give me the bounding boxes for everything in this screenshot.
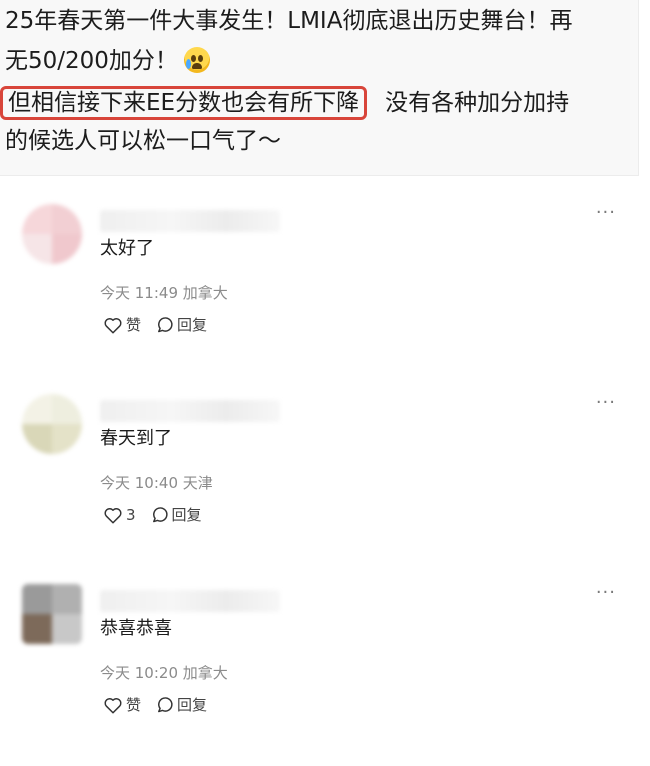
- post-body: 25年春天第一件大事发生！LMIA彻底退出历史舞台！再 无50/200加分！ 但…: [0, 0, 639, 176]
- username-blurred[interactable]: [100, 210, 280, 232]
- heart-outline-icon: [104, 317, 122, 334]
- comment-location: 加拿大: [182, 284, 228, 302]
- like-button[interactable]: 赞: [103, 314, 141, 335]
- comment-text: 太好了: [100, 238, 154, 259]
- more-dots-icon[interactable]: ···: [596, 392, 616, 413]
- post-text-line-3-rest: 没有各种加分加持: [385, 90, 570, 116]
- comment-time: 今天 11:49: [100, 284, 178, 302]
- avatar[interactable]: [22, 394, 82, 454]
- heart-outline-icon: [104, 697, 122, 714]
- comment-item: ··· 恭喜恭喜 今天 10:20 加拿大 赞 回复: [0, 576, 650, 766]
- heart-outline-icon: [104, 507, 122, 524]
- username-blurred[interactable]: [100, 400, 280, 422]
- comment-item: ··· 春天到了 今天 10:40 天津 3 回复: [0, 386, 650, 576]
- username-blurred[interactable]: [100, 590, 280, 612]
- comment-actions: 赞 回复: [103, 694, 207, 715]
- comment-meta: 今天 11:49 加拿大: [100, 282, 228, 303]
- reply-label: 回复: [171, 506, 202, 524]
- comment-time: 今天 10:40: [100, 474, 178, 492]
- speech-bubble-icon: [152, 506, 168, 522]
- crying-face-icon: [183, 47, 210, 73]
- post-text-line-4: 的候选人可以松一口气了～: [5, 128, 281, 154]
- post-text-line-2-text: 无50/200加分！: [5, 48, 178, 74]
- comment-time: 今天 10:20: [100, 664, 178, 682]
- comment-text: 春天到了: [100, 428, 172, 449]
- highlighted-sentence: 但相信接下来EE分数也会有所下降: [0, 86, 368, 120]
- comment-meta: 今天 10:20 加拿大: [100, 662, 228, 683]
- comment-location: 加拿大: [182, 664, 228, 682]
- post-text-line-3: 但相信接下来EE分数也会有所下降 没有各种加分加持: [0, 86, 570, 120]
- comment-location: 天津: [182, 474, 213, 492]
- avatar[interactable]: [22, 204, 82, 264]
- reply-label: 回复: [177, 316, 208, 334]
- speech-bubble-icon: [158, 696, 173, 712]
- comment-meta: 今天 10:40 天津: [100, 472, 213, 493]
- like-label: 赞: [126, 316, 142, 334]
- reply-button[interactable]: 回复: [155, 314, 207, 335]
- post-text-line-1: 25年春天第一件大事发生！LMIA彻底退出历史舞台！再: [5, 8, 573, 34]
- like-button[interactable]: 3: [103, 506, 136, 524]
- reply-button[interactable]: 回复: [150, 504, 202, 525]
- comment-text: 恭喜恭喜: [100, 618, 172, 639]
- post-text-line-2: 无50/200加分！: [5, 46, 210, 76]
- more-dots-icon[interactable]: ···: [596, 582, 616, 603]
- reply-button[interactable]: 回复: [155, 694, 207, 715]
- reply-label: 回复: [177, 696, 208, 714]
- avatar[interactable]: [22, 584, 82, 644]
- more-dots-icon[interactable]: ···: [596, 202, 616, 223]
- like-button[interactable]: 赞: [103, 694, 141, 715]
- comment-actions: 3 回复: [103, 504, 202, 525]
- comment-actions: 赞 回复: [103, 314, 207, 335]
- comment-item: ··· 太好了 今天 11:49 加拿大 赞 回复: [0, 196, 650, 386]
- speech-bubble-icon: [158, 316, 173, 332]
- like-count: 3: [126, 505, 136, 524]
- avatar-tile: [22, 204, 52, 234]
- like-label: 赞: [126, 696, 142, 714]
